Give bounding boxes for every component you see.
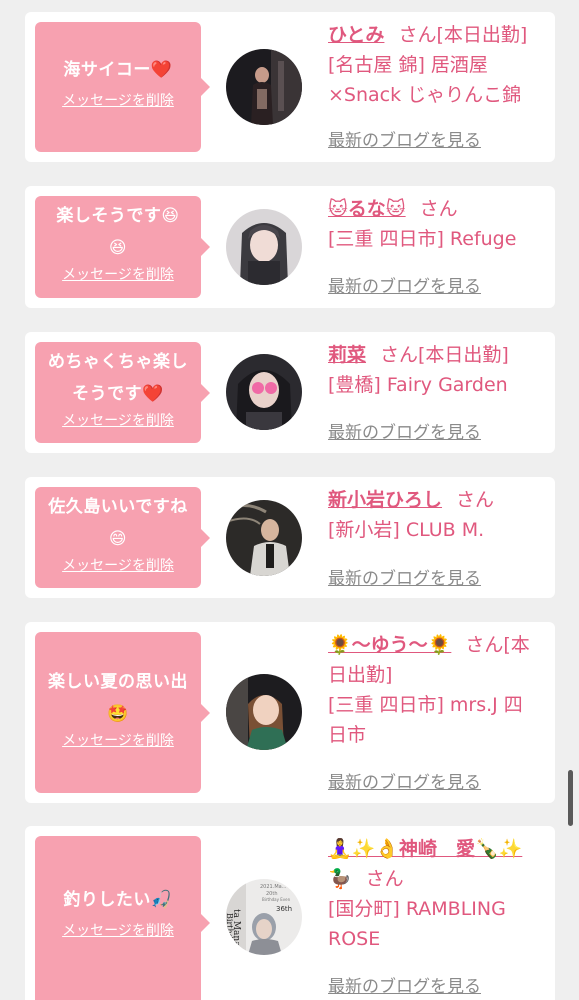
shop-line: [三重 四日市] mrs.J 四 (328, 694, 523, 716)
avatar-caption: 2021.Ma... (260, 884, 287, 890)
latest-blog-link[interactable]: 最新のブログを見る (328, 564, 481, 589)
delete-message-link[interactable]: メッセージを削除 (62, 555, 174, 575)
scrollbar[interactable] (568, 770, 573, 826)
message-bubble: 佐久島いいですね 😄 メッセージを削除 (35, 487, 210, 588)
sender-name-link[interactable]: 莉菜 (328, 344, 366, 366)
sender-name-link[interactable]: 🐱るな🐱 (328, 198, 406, 220)
message-text: 楽しそうです😆 (56, 206, 180, 226)
sender-suffix: さん[本日出勤] (380, 344, 509, 366)
shop-line: ×Snack じゃりんこ錦 (328, 84, 522, 106)
sender-name-link[interactable]: 🌻〜ゆう〜🌻 (328, 634, 451, 656)
avatar-caption: 36th (276, 905, 292, 913)
latest-blog-link[interactable]: 最新のブログを見る (328, 272, 481, 297)
sender-name-link[interactable]: 新小岩ひろし (328, 489, 442, 511)
message-text: 🤩 (107, 704, 129, 724)
message-bubble: 楽しそうです😆 😆 メッセージを削除 (35, 196, 210, 298)
sender-suffix: さん (365, 868, 404, 890)
message-text: 佐久島いいですね (48, 497, 188, 517)
message-card: 佐久島いいですね 😄 メッセージを削除 新小岩ひろし さん [新小岩] CLUB … (25, 477, 555, 598)
shop-line: [三重 四日市] Refuge (328, 228, 517, 250)
delete-message-link[interactable]: メッセージを削除 (62, 920, 174, 940)
delete-message-link[interactable]: メッセージを削除 (62, 264, 174, 284)
message-bubble: 釣りしたい🎣 メッセージを削除 (35, 836, 210, 1000)
shop-line: 日市 (328, 724, 367, 746)
sender-info: 莉菜 さん[本日出勤] [豊橋] Fairy Garden (328, 340, 548, 400)
sender-info: 🐱るな🐱 さん [三重 四日市] Refuge (328, 194, 548, 254)
message-card: めちゃくちゃ楽し そうです❤️ メッセージを削除 莉菜 さん[本日出勤] [豊橋]… (25, 332, 555, 453)
message-text: めちゃくちゃ楽し (48, 352, 188, 372)
sender-suffix-icon: 🦆 (328, 868, 352, 890)
avatar[interactable] (226, 49, 302, 125)
shop-line: ROSE (328, 928, 381, 950)
avatar[interactable] (226, 209, 302, 285)
message-card: 楽しい夏の思い出 🤩 メッセージを削除 🌻〜ゆう〜🌻 さん[本 日出勤] [三重 … (25, 622, 555, 803)
avatar[interactable] (226, 500, 302, 576)
shop-line: [国分町] RAMBLING (328, 898, 506, 920)
latest-blog-link[interactable]: 最新のブログを見る (328, 418, 481, 443)
shop-line: [新小岩] CLUB M. (328, 519, 485, 541)
latest-blog-link[interactable]: 最新のブログを見る (328, 768, 481, 793)
shop-line: [名古屋 錦] 居酒屋 (328, 54, 488, 76)
message-text: 😄 (108, 529, 128, 549)
latest-blog-link[interactable]: 最新のブログを見る (328, 126, 481, 151)
sender-info: 新小岩ひろし さん [新小岩] CLUB M. (328, 485, 548, 545)
sender-name-link[interactable]: 🧘‍♀️✨👌神崎 愛🍾✨ (328, 838, 522, 860)
message-bubble: めちゃくちゃ楽し そうです❤️ メッセージを削除 (35, 342, 210, 443)
message-feed: 海サイコー❤️ メッセージを削除 ひとみ さん[本日出勤] [名古屋 錦] 居酒屋… (0, 0, 579, 1000)
avatar[interactable] (226, 674, 302, 750)
message-text: そうです❤️ (72, 384, 164, 404)
sender-suffix: さん[本 (465, 634, 530, 656)
sender-info: ひとみ さん[本日出勤] [名古屋 錦] 居酒屋 ×Snack じゃりんこ錦 (328, 20, 548, 110)
message-text: 楽しい夏の思い出 (48, 672, 188, 692)
message-bubble: 楽しい夏の思い出 🤩 メッセージを削除 (35, 632, 210, 793)
shop-line: [豊橋] Fairy Garden (328, 374, 508, 396)
avatar-caption: Birthday (226, 913, 234, 949)
avatar[interactable] (226, 354, 302, 430)
sender-name-link[interactable]: ひとみ (328, 24, 384, 46)
sender-suffix-cont: 日出勤] (328, 664, 393, 686)
message-card: 海サイコー❤️ メッセージを削除 ひとみ さん[本日出勤] [名古屋 錦] 居酒屋… (25, 12, 555, 162)
sender-suffix: さん (456, 489, 495, 511)
sender-suffix: さん[本日出勤] (398, 24, 528, 46)
avatar[interactable]: 2021.Ma... 20th Birthday Even 36th ta Ma… (226, 879, 302, 955)
message-card: 楽しそうです😆 😆 メッセージを削除 🐱るな🐱 さん [三重 四日市] Refug… (25, 186, 555, 308)
message-text: 😆 (108, 238, 128, 258)
delete-message-link[interactable]: メッセージを削除 (62, 730, 174, 750)
message-card: 釣りしたい🎣 メッセージを削除 2021.Ma... 20th Birthday… (25, 826, 555, 1000)
delete-message-link[interactable]: メッセージを削除 (62, 90, 174, 110)
avatar-caption: Birthday Even (262, 897, 291, 902)
delete-message-link[interactable]: メッセージを削除 (62, 410, 174, 430)
latest-blog-link[interactable]: 最新のブログを見る (328, 972, 481, 997)
sender-suffix: さん (419, 198, 458, 220)
message-text: 釣りしたい🎣 (63, 890, 173, 910)
sender-info: 🧘‍♀️✨👌神崎 愛🍾✨ 🦆 さん [国分町] RAMBLING ROSE (328, 834, 548, 954)
sender-info: 🌻〜ゆう〜🌻 さん[本 日出勤] [三重 四日市] mrs.J 四 日市 (328, 630, 548, 750)
message-bubble: 海サイコー❤️ メッセージを削除 (35, 22, 210, 152)
message-text: 海サイコー❤️ (63, 60, 173, 80)
